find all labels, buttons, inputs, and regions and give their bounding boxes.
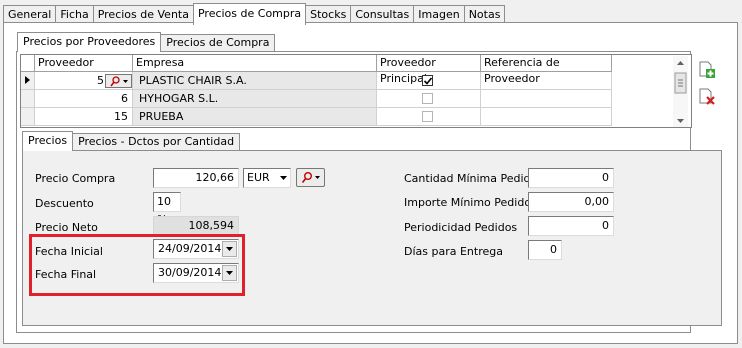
table-row-empresa: PRUEBA [133, 108, 377, 126]
precio-neto-label: Precio Neto [35, 221, 98, 234]
dias-entrega-field[interactable]: 0 [528, 240, 562, 260]
principal-checkbox[interactable] [422, 111, 433, 122]
table-row-principal[interactable] [377, 72, 481, 90]
sub-tab-strip: Precios por Proveedores Precios de Compr… [17, 32, 276, 52]
table-row-referencia[interactable] [481, 72, 612, 90]
importe-minimo-label: Importe Mínimo Pedido [404, 196, 532, 209]
tab-precios-dctos-por-cantidad[interactable]: Precios - Dctos por Cantidad [72, 133, 241, 150]
table-row-empresa: PLASTIC CHAIR S.A. [133, 72, 377, 90]
grid-corner [21, 55, 35, 72]
add-document-icon [699, 61, 715, 78]
grid-scrollbar[interactable] [673, 56, 688, 127]
principal-checkbox[interactable] [422, 93, 433, 104]
tab-precios-de-compra[interactable]: Precios de Compra [192, 3, 307, 25]
col-header-referencia[interactable]: Referencia de Proveedor [481, 55, 612, 85]
precio-compra-field[interactable]: 120,66 [153, 168, 239, 188]
delete-document-button[interactable] [698, 88, 716, 106]
table-row-proveedor[interactable]: 6 [35, 90, 133, 108]
table-row-referencia[interactable] [481, 90, 612, 108]
descuento-field[interactable]: 10 % [153, 192, 181, 226]
proveedor-search-button[interactable] [105, 74, 132, 88]
table-row-referencia[interactable] [481, 108, 612, 126]
currency-select[interactable]: EUR [243, 168, 291, 188]
row-indicator [21, 108, 35, 126]
currency-search-button[interactable] [296, 168, 325, 187]
descuento-label: Descuento [35, 197, 94, 210]
periodicidad-field[interactable]: 0 [528, 216, 614, 236]
cantidad-minima-label: Cantidad Mínima Pedido [404, 172, 538, 185]
add-document-button[interactable] [698, 61, 716, 79]
table-row-principal[interactable] [377, 90, 481, 108]
detail-tab-strip: Precios Precios - Dctos por Cantidad [22, 131, 241, 151]
row-indicator [21, 90, 35, 108]
col-header-proveedor-principal[interactable]: Proveedor Principal [377, 55, 481, 85]
periodicidad-label: Periodicidad Pedidos [404, 221, 518, 234]
dropdown-arrow-icon [280, 176, 287, 180]
principal-checkbox[interactable] [422, 75, 433, 86]
search-icon [110, 76, 128, 87]
delete-document-icon [699, 88, 715, 105]
precio-neto-field: 108,594 [153, 216, 239, 236]
table-row-empresa: HYHOGAR S.L. [133, 90, 377, 108]
tab-precios-por-proveedores[interactable]: Precios por Proveedores [17, 32, 162, 52]
importe-minimo-field[interactable]: 0,00 [528, 192, 614, 212]
row-pointer-icon [25, 76, 30, 84]
dias-entrega-label: Días para Entrega [404, 245, 503, 258]
proveedores-grid[interactable]: Proveedor Empresa Proveedor Principal Re… [20, 54, 692, 128]
tab-precios-de-compra-sub[interactable]: Precios de Compra [160, 34, 276, 51]
row-indicator [21, 72, 35, 90]
highlight-box [29, 234, 245, 296]
table-row-proveedor[interactable]: 15 [35, 108, 133, 126]
cantidad-minima-field[interactable]: 0 [528, 168, 614, 188]
main-tab-strip: General Ficha Precios de Venta Precios d… [3, 3, 506, 25]
currency-value: EUR [247, 171, 270, 184]
table-row-principal[interactable] [377, 108, 481, 126]
col-header-proveedor[interactable]: Proveedor [35, 55, 133, 72]
search-icon [301, 172, 320, 183]
tab-precios[interactable]: Precios [22, 131, 74, 151]
precio-compra-label: Precio Compra [35, 172, 116, 185]
col-header-empresa[interactable]: Empresa [133, 55, 377, 72]
